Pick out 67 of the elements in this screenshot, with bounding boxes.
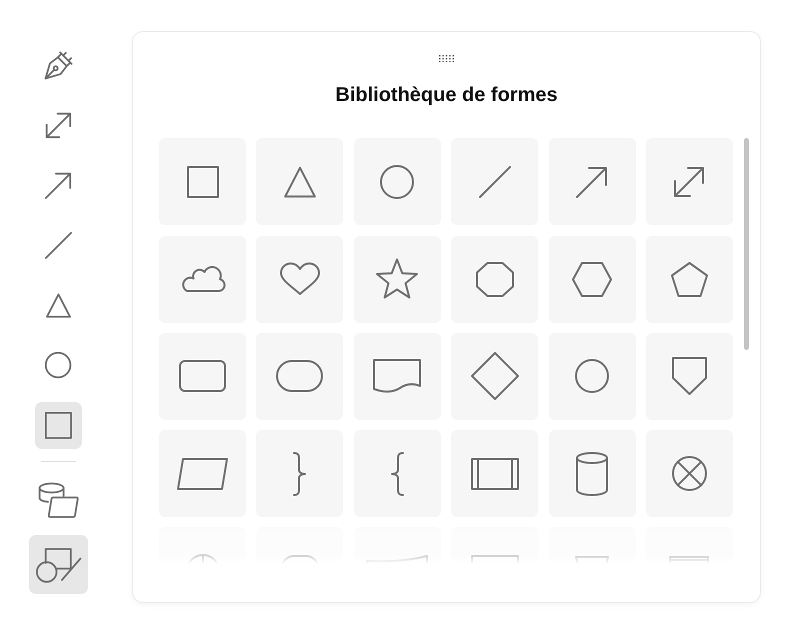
shape-tile[interactable] [451, 332, 538, 420]
star-icon [375, 258, 420, 300]
circle-icon [575, 359, 610, 394]
shape-tile[interactable] [451, 138, 538, 226]
arrow-tool-button[interactable] [45, 172, 72, 199]
framed-rectangle-icon [470, 458, 519, 490]
shape-tile[interactable] [354, 236, 441, 323]
triangle-tool-button[interactable] [46, 293, 71, 318]
flowchart-tool-button[interactable] [38, 482, 79, 518]
heart-icon [278, 262, 321, 296]
shape-tile[interactable] [548, 236, 636, 323]
resize-tool-button[interactable] [45, 112, 72, 139]
right-brace-icon [292, 452, 308, 496]
shape-tile[interactable] [159, 236, 246, 323]
circle-icon [380, 164, 414, 199]
octagon-icon [476, 262, 514, 297]
cloud-icon [180, 266, 226, 293]
shape-tile[interactable] [159, 332, 246, 420]
shape-tile[interactable] [646, 430, 733, 518]
shape-library-button[interactable] [29, 535, 88, 594]
shape-tile[interactable] [646, 332, 733, 420]
left-brace-icon [390, 452, 405, 496]
line-tool-button[interactable] [45, 232, 72, 259]
shape-tile[interactable] [646, 236, 733, 323]
double-arrow-icon [673, 166, 706, 198]
square-icon [186, 166, 218, 198]
shape-tile[interactable] [548, 430, 636, 518]
arrow-icon [576, 166, 608, 198]
shape-tile[interactable] [451, 236, 538, 323]
square-tool-button[interactable] [35, 402, 82, 449]
shape-tile[interactable] [256, 236, 344, 323]
pentagon-icon [670, 262, 708, 297]
cylinder-icon [576, 452, 608, 496]
shape-tile[interactable] [159, 430, 246, 518]
triangle-icon [46, 293, 71, 318]
rounded-rectangle-icon [179, 360, 226, 392]
circle-cross-icon [672, 456, 707, 492]
scrollbar-thumb[interactable] [744, 138, 749, 350]
shape-tile[interactable] [646, 138, 733, 226]
triangle-icon [284, 166, 316, 198]
shape-tile[interactable] [159, 138, 246, 226]
shape-tile[interactable] [548, 138, 636, 226]
diamond-icon [470, 352, 519, 400]
shape-tile[interactable] [256, 138, 344, 226]
shape-tile[interactable] [354, 138, 441, 226]
double-arrow-icon [45, 112, 72, 139]
shape-tile[interactable] [354, 430, 441, 518]
pill-icon [276, 360, 324, 392]
shapes-icon [35, 546, 82, 582]
arrow-icon [45, 172, 72, 199]
cylinder-parallelogram-icon [38, 482, 79, 518]
line-icon [45, 232, 72, 259]
shape-tile[interactable] [548, 332, 636, 420]
shape-tile[interactable] [451, 430, 538, 518]
down-pentagon-icon [672, 357, 707, 396]
circle-tool-button[interactable] [45, 352, 72, 379]
drag-handle-icon[interactable] [439, 55, 454, 62]
pen-tool-button[interactable] [44, 51, 73, 80]
line-icon [478, 166, 511, 198]
parallelogram-icon [177, 458, 228, 490]
panel-title: Bibliothèque de formes [335, 83, 558, 108]
document-icon [373, 358, 422, 394]
hexagon-icon [572, 262, 612, 297]
shape-tile[interactable] [256, 430, 344, 518]
pen-nib-icon [44, 51, 73, 80]
shape-tile[interactable] [256, 332, 344, 420]
shape-tile[interactable] [354, 332, 441, 420]
